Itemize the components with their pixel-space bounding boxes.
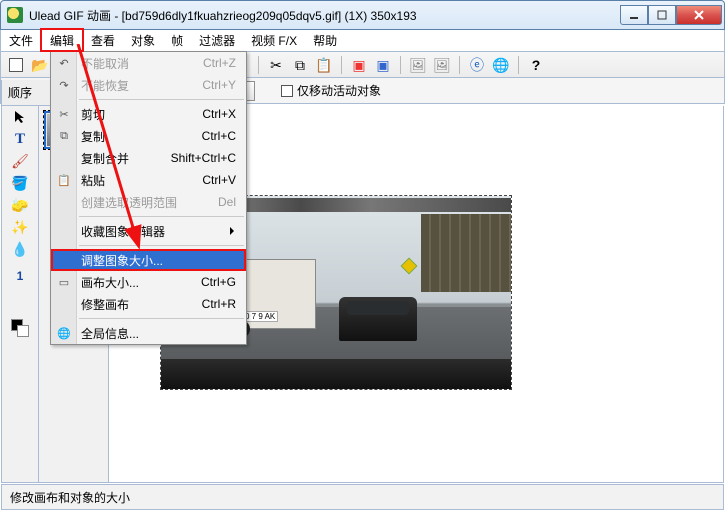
separator xyxy=(258,56,259,74)
menu-copy[interactable]: ⧉复制Ctrl+C xyxy=(51,125,246,147)
maximize-button[interactable] xyxy=(648,5,676,25)
cut-icon: ✂ xyxy=(56,106,72,122)
menu-create-selection: 创建选取透明范围Del xyxy=(51,191,246,213)
menu-fav-editor[interactable]: 收藏图象编辑器 xyxy=(51,220,246,242)
window-titlebar: Ulead GIF 动画 - [bd759d6dly1fkuahzrieog20… xyxy=(0,0,725,30)
bring-front-button[interactable]: ▣ xyxy=(372,54,394,76)
separator xyxy=(341,56,342,74)
menubar: 文件 编辑 查看 对象 帧 过滤器 视频 F/X 帮助 xyxy=(0,30,725,52)
menu-paste[interactable]: 📋粘贴Ctrl+V xyxy=(51,169,246,191)
edit-menu-dropdown: ↶不能取消Ctrl+Z ↷不能恢复Ctrl+Y ✂剪切Ctrl+X ⧉复制Ctr… xyxy=(50,51,247,345)
paste-icon: 📋 xyxy=(56,172,72,188)
copy-button[interactable]: ⧉ xyxy=(289,54,311,76)
menu-trim-canvas[interactable]: 修整画布Ctrl+R xyxy=(51,293,246,315)
tool-eraser[interactable]: 🧽 xyxy=(2,194,38,216)
tool-text[interactable]: T xyxy=(2,128,38,150)
separator xyxy=(459,56,460,74)
cut-button[interactable]: ✂ xyxy=(265,54,287,76)
menu-copy-merge[interactable]: 复制合并Shift+Ctrl+C xyxy=(51,147,246,169)
minimize-button[interactable] xyxy=(620,5,648,25)
menu-view[interactable]: 查看 xyxy=(83,30,123,51)
web2-button[interactable]: 🌐 xyxy=(490,54,512,76)
menu-canvas-size[interactable]: ▭画布大小...Ctrl+G xyxy=(51,271,246,293)
tool-brush[interactable]: 🖌 xyxy=(2,150,38,172)
addimg-button[interactable]: 🖼 xyxy=(407,54,429,76)
close-button[interactable] xyxy=(676,5,722,25)
separator xyxy=(518,56,519,74)
copy-icon: ⧉ xyxy=(56,128,72,144)
menu-frame[interactable]: 帧 xyxy=(163,30,191,51)
undo-icon: ↶ xyxy=(56,55,72,71)
menu-separator xyxy=(79,318,244,319)
paste-button[interactable]: 📋 xyxy=(313,54,335,76)
window-controls xyxy=(620,5,722,25)
color-swatches[interactable] xyxy=(2,317,38,339)
menu-filter[interactable]: 过滤器 xyxy=(191,30,243,51)
order-label: 顺序 xyxy=(8,84,32,101)
globe-icon: 🌐 xyxy=(56,325,72,341)
menu-object[interactable]: 对象 xyxy=(123,30,163,51)
menu-separator xyxy=(79,216,244,217)
status-bar: 修改画布和对象的大小 xyxy=(1,484,724,510)
menu-redo: ↷不能恢复Ctrl+Y xyxy=(51,74,246,96)
send-back-button[interactable]: ▣ xyxy=(348,54,370,76)
menu-edit[interactable]: 编辑 xyxy=(41,29,83,51)
menu-cut[interactable]: ✂剪切Ctrl+X xyxy=(51,103,246,125)
menu-video-fx[interactable]: 视频 F/X xyxy=(243,30,305,51)
canvas-icon: ▭ xyxy=(56,274,72,290)
tool-palette: T 🖌 🪣 🧽 ✨ 💧 1 xyxy=(1,106,39,483)
app-icon xyxy=(7,7,23,23)
addimg2-button[interactable]: 🖼 xyxy=(431,54,453,76)
tool-wand[interactable]: ✨ xyxy=(2,216,38,238)
status-text: 修改画布和对象的大小 xyxy=(10,489,130,506)
help-button[interactable]: ? xyxy=(525,54,547,76)
menu-separator xyxy=(79,245,244,246)
truck-plate: 0 7 9 AK xyxy=(242,311,278,322)
menu-resize-image[interactable]: 调整图象大小... xyxy=(51,249,246,271)
new-button[interactable] xyxy=(5,54,27,76)
open-button[interactable]: 📂 xyxy=(29,54,51,76)
redo-icon: ↷ xyxy=(56,77,72,93)
move-only-checkbox[interactable]: 仅移动活动对象 xyxy=(281,82,381,99)
menu-file[interactable]: 文件 xyxy=(1,30,41,51)
tool-frame1[interactable]: 1 xyxy=(2,265,38,287)
move-only-label: 仅移动活动对象 xyxy=(297,84,381,98)
menu-undo: ↶不能取消Ctrl+Z xyxy=(51,52,246,74)
tool-bucket[interactable]: 🪣 xyxy=(2,172,38,194)
tool-eyedropper[interactable]: 💧 xyxy=(2,238,38,260)
tool-pointer[interactable] xyxy=(2,106,38,128)
menu-global-info[interactable]: 🌐全局信息... xyxy=(51,322,246,344)
menu-separator xyxy=(79,99,244,100)
window-title: Ulead GIF 动画 - [bd759d6dly1fkuahzrieog20… xyxy=(29,7,620,24)
web-button[interactable]: ⓔ xyxy=(466,54,488,76)
separator xyxy=(400,56,401,74)
menu-help[interactable]: 帮助 xyxy=(305,30,345,51)
